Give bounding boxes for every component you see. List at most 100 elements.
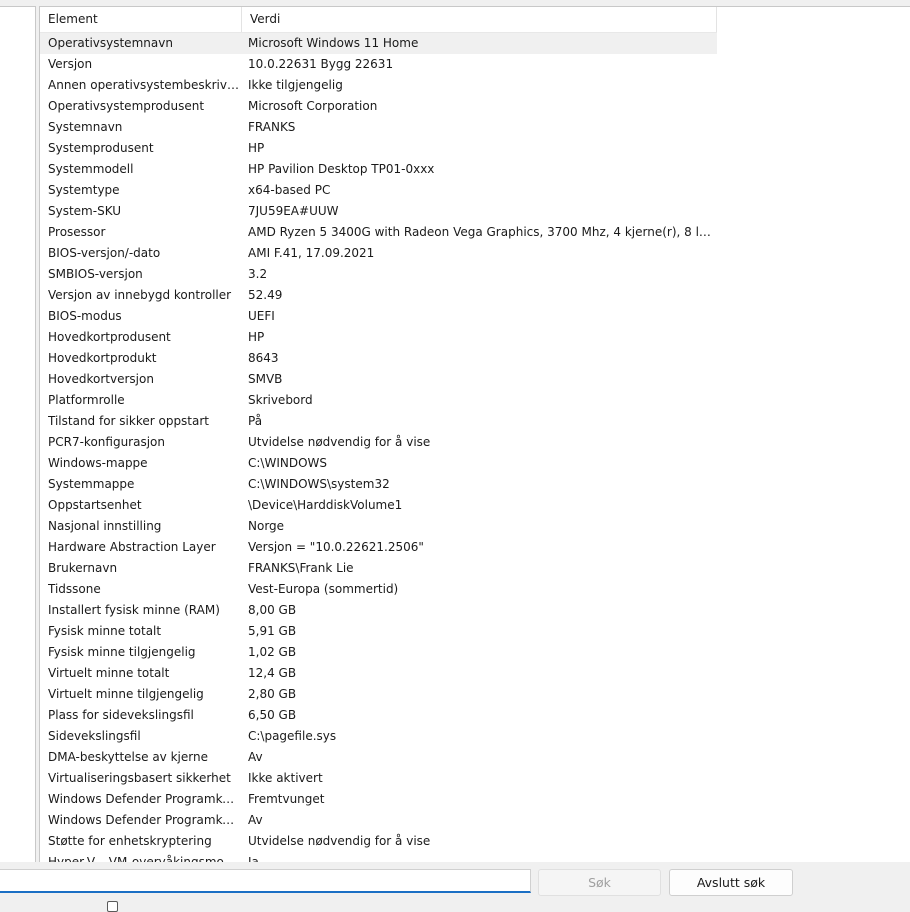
- row-element-value: 10.0.22631 Bygg 22631: [248, 57, 394, 71]
- find-bar: Søk Avslutt søk: [0, 862, 910, 912]
- table-row[interactable]: BIOS-modus UEFI: [40, 306, 717, 327]
- row-element-name: Systemnavn: [48, 120, 123, 134]
- table-row[interactable]: Versjon 10.0.22631 Bygg 22631: [40, 54, 717, 75]
- table-row[interactable]: Operativsystemnavn Microsoft Windows 11 H…: [40, 33, 717, 54]
- table-row[interactable]: Versjon av innebygd kontroller 52.49: [40, 285, 717, 306]
- table-row[interactable]: Windows Defender Programko... Fremtvunget: [40, 789, 717, 810]
- table-row[interactable]: Fysisk minne tilgjengelig 1,02 GB: [40, 642, 717, 663]
- search-button[interactable]: Søk: [538, 869, 661, 896]
- table-row[interactable]: Windows Defender Programko... Av: [40, 810, 717, 831]
- row-element-name: Virtuelt minne totalt: [48, 666, 170, 680]
- row-element-name: Sidevekslingsfil: [48, 729, 141, 743]
- row-element-value: FRANKS: [248, 120, 296, 134]
- table-row[interactable]: Hovedkortversjon SMVB: [40, 369, 717, 390]
- column-header-element[interactable]: Element: [40, 7, 242, 32]
- row-element-value: SMVB: [248, 372, 283, 386]
- row-element-value: Microsoft Corporation: [248, 99, 378, 113]
- row-element-name: Hardware Abstraction Layer: [48, 540, 216, 554]
- column-header-value[interactable]: Verdi: [242, 7, 717, 32]
- row-element-name: Tidssone: [48, 582, 101, 596]
- table-row[interactable]: Installert fysisk minne (RAM) 8,00 GB: [40, 600, 717, 621]
- row-element-value: 3.2: [248, 267, 268, 281]
- row-element-name: Installert fysisk minne (RAM): [48, 603, 220, 617]
- row-element-value: AMI F.41, 17.09.2021: [248, 246, 375, 260]
- row-element-name: Windows Defender Programko...: [48, 813, 240, 827]
- table-row[interactable]: Brukernavn FRANKS\Frank Lie: [40, 558, 717, 579]
- row-element-value: På: [248, 414, 263, 428]
- row-element-name: Operativsystemprodusent: [48, 99, 205, 113]
- row-element-value: C:\pagefile.sys: [248, 729, 337, 743]
- table-row[interactable]: Nasjonal innstilling Norge: [40, 516, 717, 537]
- search-option-checkbox[interactable]: [107, 901, 118, 912]
- table-row[interactable]: Operativsystemprodusent Microsoft Corpora…: [40, 96, 717, 117]
- table-row[interactable]: Systemnavn FRANKS: [40, 117, 717, 138]
- table-row[interactable]: Virtuelt minne totalt 12,4 GB: [40, 663, 717, 684]
- row-element-value: HP: [248, 330, 265, 344]
- table-row[interactable]: Tilstand for sikker oppstart På: [40, 411, 717, 432]
- table-row[interactable]: Virtuelt minne tilgjengelig 2,80 GB: [40, 684, 717, 705]
- table-row[interactable]: BIOS-versjon/-dato AMI F.41, 17.09.2021: [40, 243, 717, 264]
- row-element-name: Plass for sidevekslingsfil: [48, 708, 194, 722]
- row-element-name: Systemmodell: [48, 162, 134, 176]
- table-row[interactable]: Hovedkortprodukt 8643: [40, 348, 717, 369]
- row-element-value: Ikke aktivert: [248, 771, 323, 785]
- table-row[interactable]: Virtualiseringsbasert sikkerhet Ikke akti…: [40, 768, 717, 789]
- row-element-value: Fremtvunget: [248, 792, 325, 806]
- row-element-name: Støtte for enhetskryptering: [48, 834, 212, 848]
- table-row[interactable]: DMA-beskyttelse av kjerne Av: [40, 747, 717, 768]
- list-rows: Operativsystemnavn Microsoft Windows 11 H…: [40, 33, 717, 862]
- row-element-name: Hovedkortprodusent: [48, 330, 171, 344]
- table-row[interactable]: Oppstartsenhet \Device\HarddiskVolume1: [40, 495, 717, 516]
- table-row[interactable]: Annen operativsystembeskrivel... Ikke til…: [40, 75, 717, 96]
- row-element-value: Microsoft Windows 11 Home: [248, 36, 419, 50]
- row-element-value: 6,50 GB: [248, 708, 297, 722]
- table-row[interactable]: Prosessor AMD Ryzen 5 3400G with Radeon V…: [40, 222, 717, 243]
- table-row[interactable]: Windows-mappe C:\WINDOWS: [40, 453, 717, 474]
- table-row[interactable]: Hovedkortprodusent HP: [40, 327, 717, 348]
- search-input[interactable]: [0, 869, 531, 893]
- table-row[interactable]: Plass for sidevekslingsfil 6,50 GB: [40, 705, 717, 726]
- table-row[interactable]: SMBIOS-versjon 3.2: [40, 264, 717, 285]
- table-row[interactable]: Hardware Abstraction Layer Versjon = "10.…: [40, 537, 717, 558]
- table-row[interactable]: Systemmappe C:\WINDOWS\system32: [40, 474, 717, 495]
- row-element-name: Systemmappe: [48, 477, 135, 491]
- table-row[interactable]: Systemmodell HP Pavilion Desktop TP01-0xx…: [40, 159, 717, 180]
- row-element-name: Fysisk minne totalt: [48, 624, 162, 638]
- row-element-name: Oppstartsenhet: [48, 498, 142, 512]
- table-row[interactable]: Hyper-V – VM-overvåkingsmo... Ja: [40, 852, 717, 862]
- row-element-value: Av: [248, 813, 263, 827]
- row-element-value: Utvidelse nødvendig for å vise: [248, 435, 431, 449]
- row-element-value: 8,00 GB: [248, 603, 297, 617]
- row-element-value: Av: [248, 750, 263, 764]
- row-element-name: DMA-beskyttelse av kjerne: [48, 750, 208, 764]
- row-element-value: AMD Ryzen 5 3400G with Radeon Vega Graph…: [248, 225, 713, 239]
- list-header: Element Verdi: [40, 7, 717, 33]
- row-element-name: SMBIOS-versjon: [48, 267, 143, 281]
- row-element-name: Versjon: [48, 57, 93, 71]
- category-tree-pane[interactable]: [0, 6, 36, 862]
- table-row[interactable]: System-SKU 7JU59EA#UUW: [40, 201, 717, 222]
- close-search-button[interactable]: Avslutt søk: [669, 869, 793, 896]
- row-element-name: Virtuelt minne tilgjengelig: [48, 687, 204, 701]
- row-element-value: HP Pavilion Desktop TP01-0xxx: [248, 162, 435, 176]
- row-element-value: \Device\HarddiskVolume1: [248, 498, 403, 512]
- row-element-name: Brukernavn: [48, 561, 118, 575]
- row-element-value: C:\WINDOWS\system32: [248, 477, 390, 491]
- table-row[interactable]: Systemprodusent HP: [40, 138, 717, 159]
- table-row[interactable]: Systemtype x64-based PC: [40, 180, 717, 201]
- table-row[interactable]: Støtte for enhetskryptering Utvidelse nød…: [40, 831, 717, 852]
- row-element-name: Platformrolle: [48, 393, 125, 407]
- row-element-name: Hovedkortprodukt: [48, 351, 157, 365]
- table-row[interactable]: Sidevekslingsfil C:\pagefile.sys: [40, 726, 717, 747]
- row-element-value: FRANKS\Frank Lie: [248, 561, 354, 575]
- table-row[interactable]: PCR7-konfigurasjon Utvidelse nødvendig fo…: [40, 432, 717, 453]
- row-element-value: 7JU59EA#UUW: [248, 204, 339, 218]
- row-element-value: 5,91 GB: [248, 624, 297, 638]
- table-row[interactable]: Platformrolle Skrivebord: [40, 390, 717, 411]
- system-summary-list[interactable]: Element Verdi Operativsystemnavn Microsof…: [39, 6, 910, 862]
- row-element-value: 8643: [248, 351, 279, 365]
- table-row[interactable]: Tidssone Vest-Europa (sommertid): [40, 579, 717, 600]
- row-element-name: Fysisk minne tilgjengelig: [48, 645, 196, 659]
- table-row[interactable]: Fysisk minne totalt 5,91 GB: [40, 621, 717, 642]
- row-element-value: 2,80 GB: [248, 687, 297, 701]
